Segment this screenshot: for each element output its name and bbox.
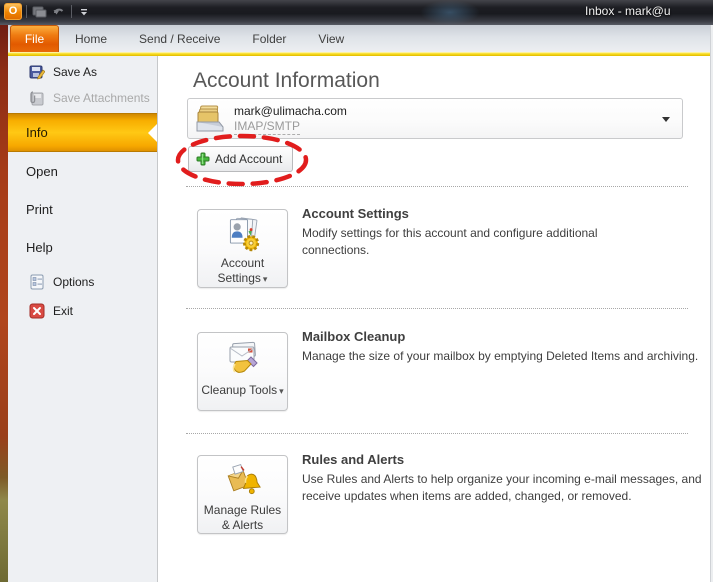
add-account-button[interactable]: Add Account — [188, 146, 293, 172]
dropdown-arrow-icon: ▾ — [279, 386, 284, 396]
sidebar-item-label: Options — [53, 275, 94, 289]
sidebar-item-help[interactable]: Help — [8, 228, 157, 266]
tab-home[interactable]: Home — [59, 25, 123, 52]
qat-separator — [71, 5, 72, 18]
big-button-label: Account Settings▾ — [200, 256, 286, 287]
sidebar-item-label: Save Attachments — [53, 91, 150, 105]
cleanup-tools-icon — [221, 340, 265, 380]
separator — [186, 308, 688, 309]
account-selector-texts: mark@ulimacha.com IMAP/SMTP — [234, 103, 347, 135]
separator — [186, 186, 688, 187]
sidebar-item-label: Help — [26, 240, 53, 255]
account-settings-icon — [221, 217, 265, 253]
section-title: Mailbox Cleanup — [302, 329, 405, 344]
account-email: mark@ulimacha.com — [234, 104, 347, 119]
account-folders-icon — [195, 104, 226, 133]
outlook-logo-icon[interactable]: O — [4, 3, 22, 20]
plus-icon — [196, 152, 210, 166]
add-account-label: Add Account — [215, 152, 282, 166]
dropdown-arrow-icon: ▾ — [263, 274, 268, 284]
cleanup-tools-button[interactable]: Cleanup Tools▾ — [197, 332, 288, 411]
manage-rules-alerts-button[interactable]: Manage Rules & Alerts — [197, 455, 288, 534]
separator — [186, 433, 688, 434]
section-title: Account Settings — [302, 206, 409, 221]
sidebar-item-label: Info — [26, 125, 48, 140]
sidebar-item-label: Open — [26, 164, 58, 179]
outlook-backstage-window: O Inbox - mark@u File Home Send / Receiv… — [0, 0, 713, 582]
manage-rules-alerts-icon — [221, 463, 265, 500]
section-description: Manage the size of your mailbox by empty… — [302, 348, 704, 365]
chevron-down-icon[interactable] — [662, 117, 670, 122]
sidebar-item-exit[interactable]: Exit — [8, 298, 157, 324]
sidebar-item-label: Print — [26, 202, 53, 217]
tab-view[interactable]: View — [302, 25, 360, 52]
titlebar-glow — [420, 0, 480, 25]
sidebar-item-open[interactable]: Open — [8, 152, 157, 190]
sidebar-item-label: Save As — [53, 65, 97, 79]
tab-file[interactable]: File — [10, 25, 59, 52]
options-icon — [28, 274, 45, 290]
send-receive-icon[interactable] — [31, 4, 47, 19]
page-title: Account Information — [193, 69, 380, 93]
exit-icon — [28, 303, 45, 319]
sidebar-item-save-attachments: Save Attachments — [8, 85, 157, 111]
big-button-label: Cleanup Tools▾ — [200, 383, 286, 399]
save-attachments-icon — [28, 90, 45, 106]
section-description: Use Rules and Alerts to help organize yo… — [302, 471, 713, 505]
qat-separator — [26, 5, 27, 18]
quick-access-toolbar: O — [4, 3, 92, 20]
account-protocol: IMAP/SMTP — [234, 119, 300, 135]
account-settings-button[interactable]: Account Settings▾ — [197, 209, 288, 288]
ribbon-tab-row: File Home Send / Receive Folder View — [8, 25, 713, 52]
sidebar-item-info[interactable]: Info — [8, 113, 157, 152]
customize-quick-access-icon[interactable] — [76, 4, 92, 19]
sidebar-item-save-as[interactable]: Save As — [8, 59, 157, 85]
backstage-sidebar: Save As Save Attachments Info Open Print… — [8, 56, 158, 582]
account-selector-dropdown[interactable]: mark@ulimacha.com IMAP/SMTP — [187, 98, 683, 139]
section-title: Rules and Alerts — [302, 452, 404, 467]
sidebar-item-label: Exit — [53, 304, 73, 318]
sidebar-item-print[interactable]: Print — [8, 190, 157, 228]
tab-folder[interactable]: Folder — [236, 25, 302, 52]
window-title: Inbox - mark@u — [585, 4, 713, 18]
sidebar-item-options[interactable]: Options — [8, 269, 157, 295]
big-button-label: Manage Rules & Alerts — [200, 503, 286, 533]
undo-icon[interactable] — [51, 4, 67, 19]
title-bar: O Inbox - mark@u — [0, 0, 713, 25]
tab-send-receive[interactable]: Send / Receive — [123, 25, 236, 52]
save-as-icon — [28, 64, 45, 80]
desktop-wallpaper-strip — [0, 0, 8, 582]
section-description: Modify settings for this account and con… — [302, 225, 658, 259]
account-information-pane: Account Information mark@ulimacha.com IM… — [158, 56, 710, 582]
